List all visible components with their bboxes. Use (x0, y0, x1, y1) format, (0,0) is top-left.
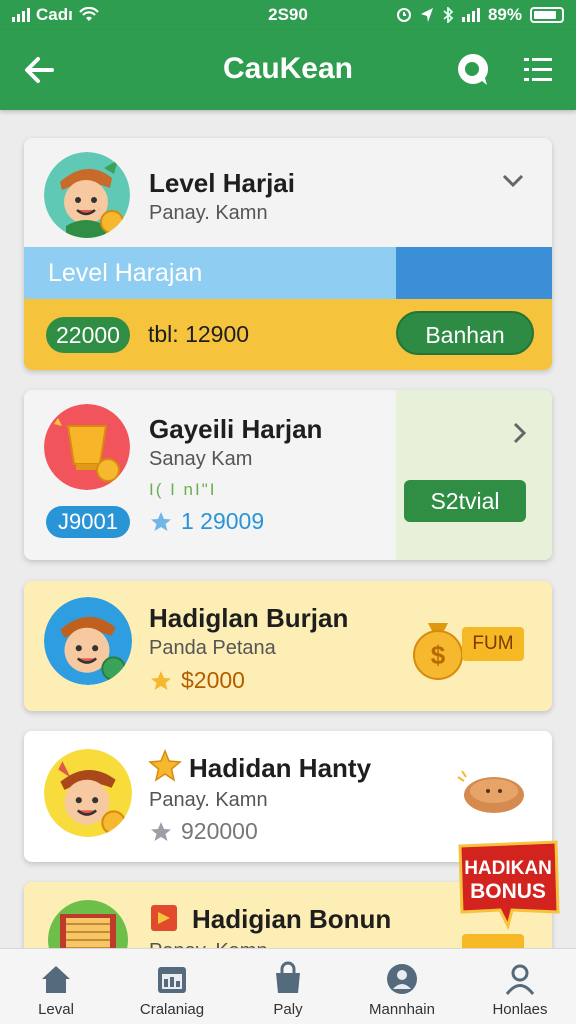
nav-label: Cralaniag (139, 1001, 205, 1018)
card-title: Gayeili Harjan (149, 414, 323, 444)
gift-tag-icon (151, 905, 177, 931)
star-icon (151, 670, 171, 690)
chat-bubble-icon[interactable] (452, 50, 492, 90)
boy-avatar-icon (44, 749, 132, 837)
fum-tag[interactable]: FUM (462, 627, 524, 661)
nav-label: Mannhain (369, 1001, 435, 1018)
home-icon (42, 966, 70, 993)
boy-avatar-icon (44, 597, 132, 685)
bluetooth-icon (443, 7, 454, 23)
bonus-ribbon-badge[interactable]: HADIKAN BONUS (454, 838, 562, 930)
profile-icon (505, 964, 535, 995)
nav-item-leval[interactable]: Leval (8, 949, 104, 1024)
bag-icon (276, 961, 300, 993)
bottom-navigation: Leval Cralaniag Paly Mannhain Honlaes (0, 948, 576, 1024)
rating-row: 920000 (149, 818, 258, 845)
banhan-button[interactable]: Banhan (396, 311, 534, 355)
menu-list-icon[interactable] (518, 50, 558, 90)
trophy-cup-icon (44, 404, 130, 490)
progress-text: I( I nI"I (149, 480, 217, 499)
star-icon (151, 511, 171, 531)
points-row: 22000 tbl: 12900 Banhan (24, 299, 552, 370)
rating-row: 1 29009 (149, 508, 264, 535)
battery-percent: 89% (487, 5, 522, 24)
app-bar: CauKean (0, 30, 576, 110)
action-panel (396, 390, 552, 560)
card-subtitle: Panay. Kamn (149, 789, 268, 811)
chevron-down-icon[interactable] (500, 168, 526, 194)
svg-text:$: $ (431, 640, 446, 670)
card-subtitle: Panda Petana (149, 637, 276, 659)
bonus-line2: BONUS (470, 880, 546, 903)
boy-avatar-icon (44, 152, 130, 238)
rating-value: 920000 (181, 818, 258, 844)
rating-value: $2000 (181, 667, 245, 693)
level-progress-strip: Level Harajan (24, 247, 552, 299)
points-badge: J9001 (46, 506, 130, 538)
chevron-right-icon[interactable] (506, 420, 532, 446)
card-title: Hadidan Hanty (189, 753, 372, 783)
challenge-card[interactable]: Gayeili Harjan Sanay Kam I( I nI"I J9001… (24, 390, 552, 560)
signal-strength-icon (461, 8, 480, 22)
s2tvial-button[interactable]: S2tvial (404, 480, 526, 522)
calendar-icon (158, 967, 186, 993)
avatar (44, 152, 130, 238)
card-title: Hadigian Bonun (192, 904, 392, 934)
level-card[interactable]: Level Harjai Panay. Kamn Level Harajan 2… (24, 138, 552, 370)
rating-value: 1 29009 (181, 508, 265, 534)
card-subtitle: Sanay Kam (149, 448, 253, 470)
points-badge: 22000 (46, 317, 130, 353)
avatar (44, 597, 132, 685)
card-title: Level Harjai (149, 168, 295, 198)
money-bag-icon: $ (413, 623, 463, 680)
user-badge-icon (387, 964, 417, 994)
nav-label: Leval (38, 1001, 74, 1018)
level-label: Level Harajan (48, 259, 203, 287)
reward-card[interactable]: Hadiglan Burjan Panda Petana $2000 $ FUM (24, 581, 552, 711)
nav-label: Paly (273, 1001, 303, 1018)
avatar (44, 749, 132, 837)
progress-remaining (396, 247, 552, 299)
bonus-line1: HADIKAN (464, 858, 552, 879)
status-bar: Cadı 2S90 89% (0, 0, 576, 30)
star-icon (151, 821, 171, 841)
star-icon (148, 749, 182, 782)
bread-icon (457, 770, 524, 813)
location-icon (420, 8, 433, 22)
card-title: Hadiglan Burjan (149, 603, 349, 633)
rating-row: $2000 (149, 667, 245, 694)
alarm-icon (396, 8, 411, 22)
nav-item-honlaes[interactable]: Honlaes (472, 949, 568, 1024)
card-subtitle: Panay. Kamn (149, 202, 268, 224)
nav-item-mannhain[interactable]: Mannhain (354, 949, 450, 1024)
nav-item-cralaniag[interactable]: Cralaniag (124, 949, 220, 1024)
nav-label: Honlaes (492, 1001, 548, 1018)
avatar (44, 404, 130, 490)
nav-item-paly[interactable]: Paly (240, 949, 336, 1024)
total-value: tbl: 12900 (148, 321, 250, 347)
battery-icon (530, 7, 564, 23)
